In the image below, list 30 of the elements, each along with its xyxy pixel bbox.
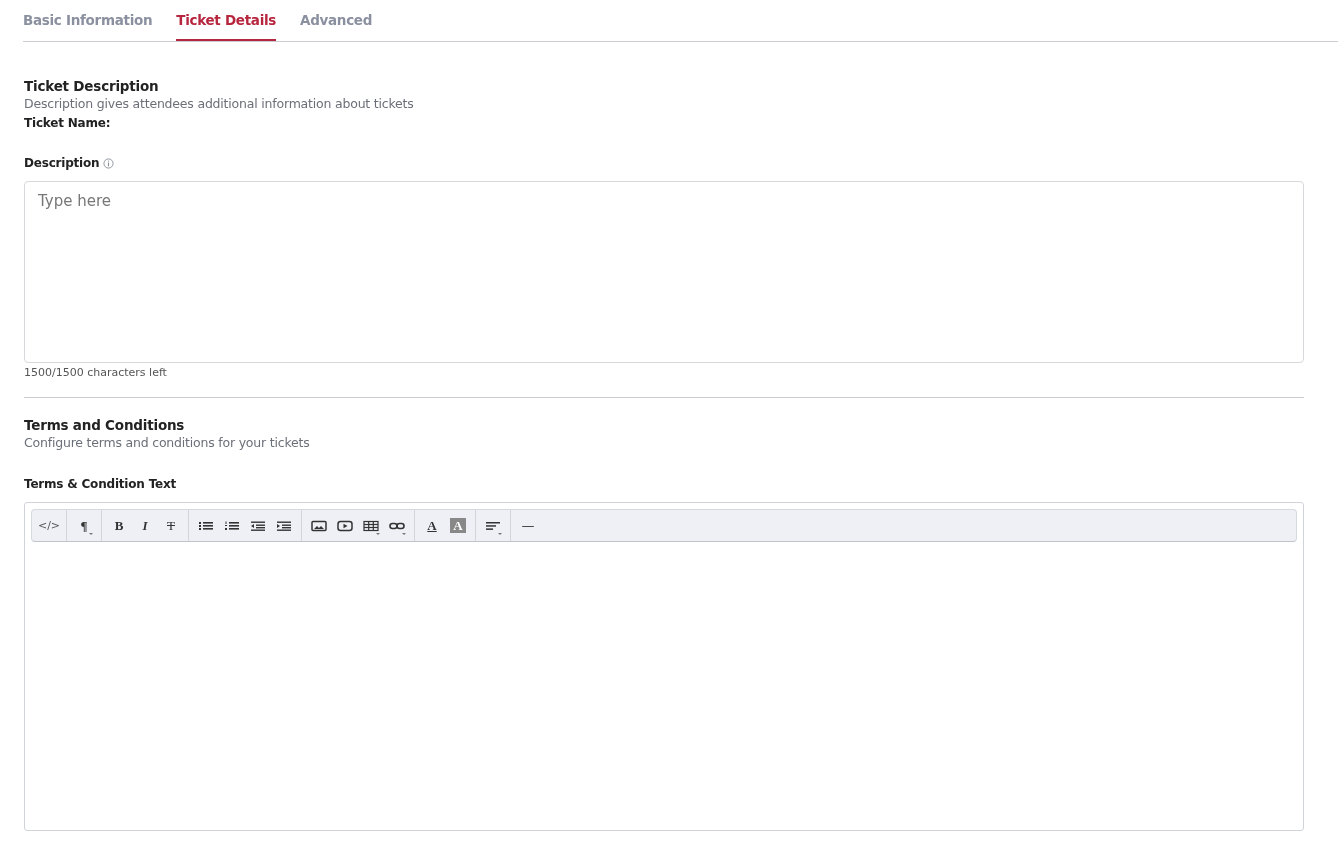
dropdown-caret-icon[interactable]	[89, 533, 93, 535]
section-title: Terms and Conditions	[24, 416, 185, 434]
description-field[interactable]: Type here	[24, 181, 1304, 363]
font-color-button[interactable]: A	[419, 510, 445, 541]
dropdown-caret-icon[interactable]	[402, 533, 406, 535]
tab[interactable]: Ticket Details	[176, 0, 277, 41]
indent-icon[interactable]	[276, 519, 292, 532]
field-label: Description	[24, 155, 100, 171]
paragraph-button[interactable]: ¶	[71, 510, 97, 541]
dropdown-caret-icon[interactable]	[498, 533, 502, 535]
horizontal-rule-button[interactable]: —	[515, 510, 541, 541]
numbered-list-icon[interactable]	[224, 519, 240, 532]
section-subtitle: Description gives attendees additional information about tickets	[24, 95, 414, 113]
table-icon[interactable]	[363, 519, 379, 532]
field-label: Terms & Condition Text	[24, 476, 177, 492]
section-title: Ticket Description	[24, 77, 159, 95]
play-icon[interactable]	[337, 519, 353, 532]
bold-button[interactable]: B	[106, 510, 132, 541]
strikethrough-button[interactable]: T	[158, 510, 184, 541]
outdent-icon[interactable]	[250, 519, 266, 532]
italic-button[interactable]: I	[132, 510, 158, 541]
character-count: 1500/1500 characters left	[24, 366, 167, 379]
field-label: Ticket Name:	[24, 115, 111, 131]
image-icon[interactable]	[311, 519, 327, 532]
code-view-button[interactable]: </>	[36, 510, 62, 541]
align-left-icon[interactable]	[485, 519, 501, 532]
bulleted-list-icon[interactable]	[198, 519, 214, 532]
section-subtitle: Configure terms and conditions for your tickets	[24, 434, 310, 452]
dropdown-caret-icon[interactable]	[376, 533, 380, 535]
rich-text-editor[interactable]: </> ¶ B I T A A —	[24, 502, 1304, 831]
